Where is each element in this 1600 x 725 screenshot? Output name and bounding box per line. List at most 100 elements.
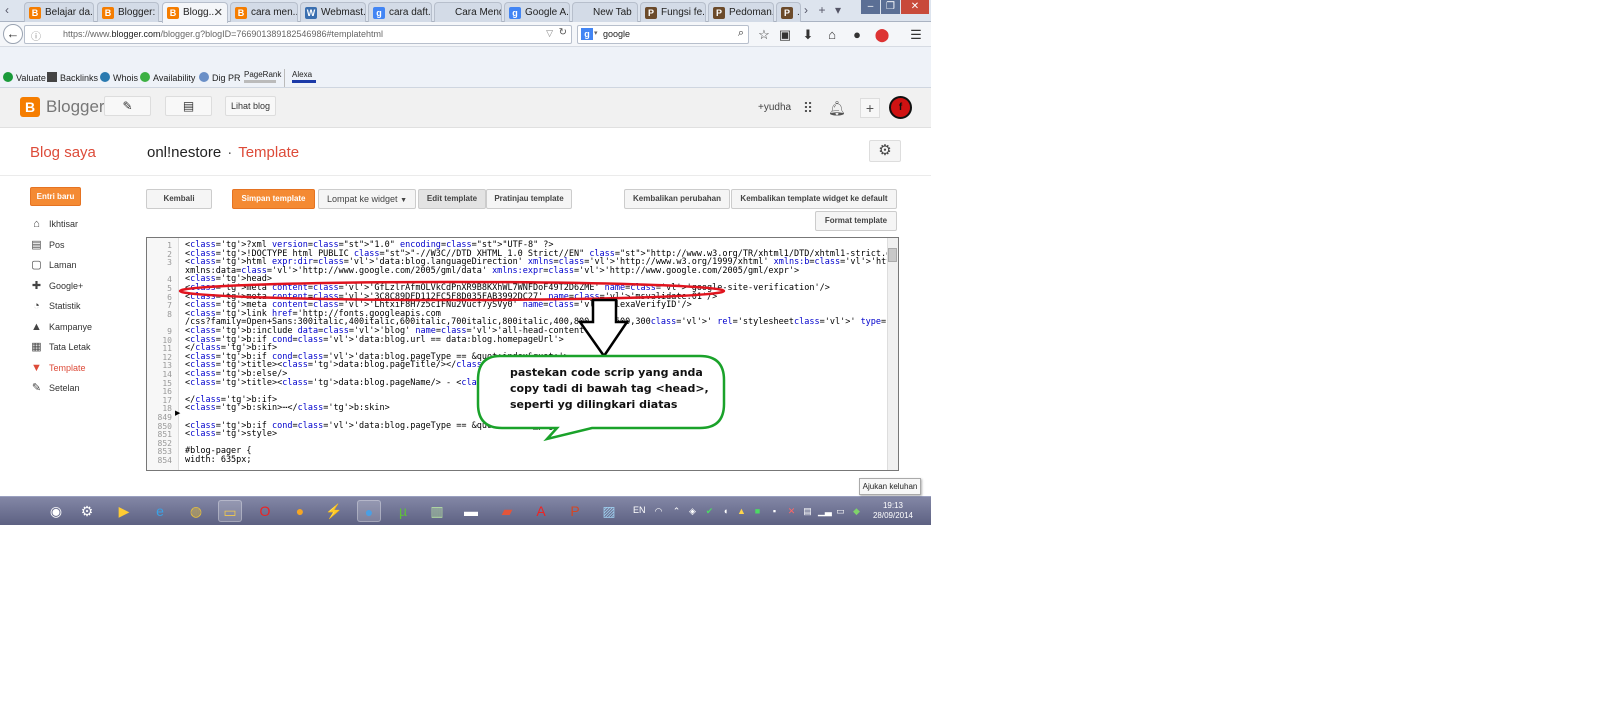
tab-11[interactable]: P Pedoman...	[708, 2, 774, 22]
view-blog-button[interactable]: Lihat blog	[225, 96, 276, 116]
code-line[interactable]: xmlns:data=class='vl'>'http://www.google…	[185, 266, 799, 276]
share-plus-icon[interactable]: +	[860, 98, 880, 118]
photo-viewer-icon[interactable]: ▨	[597, 500, 621, 522]
back-arrow-icon[interactable]: ←	[3, 24, 23, 44]
shield-icon[interactable]: ◈	[688, 506, 697, 516]
tabs-scroll-right-icon[interactable]: ›	[800, 3, 812, 19]
editor-scrollbar[interactable]	[887, 238, 898, 470]
close-window-icon[interactable]: ✕	[901, 0, 929, 14]
adblock-icon[interactable]: ⬤	[874, 27, 890, 43]
identity-icon[interactable]: ⓘ	[31, 28, 41, 43]
minimize-icon[interactable]: –	[861, 0, 880, 14]
tab-4[interactable]: Bcara men...	[230, 2, 298, 22]
globe-app-icon[interactable]: ●	[357, 500, 381, 522]
bookmark-alexa[interactable]: Alexa	[292, 70, 316, 83]
tab-8[interactable]: g Google A...	[504, 2, 570, 22]
new-post-pencil-button[interactable]: ✎	[104, 96, 151, 116]
code-line[interactable]: <class='tg'>b:skin>⋯</class='tg'>b:skin>	[185, 404, 390, 413]
tab-3[interactable]: B Blogg... ✕	[162, 2, 228, 23]
restore-icon[interactable]: ❐	[881, 0, 900, 14]
settings-gear-icon[interactable]: ⚙	[869, 140, 901, 162]
settings-app-icon[interactable]: ⚙	[75, 500, 99, 522]
search-input[interactable]: g ▾ google ⌕	[577, 25, 749, 44]
adobe-reader-icon[interactable]: A	[529, 500, 553, 522]
tab-7[interactable]: Cara Mendaft...	[434, 2, 502, 22]
tab-10[interactable]: P Fungsi fe...	[640, 2, 706, 22]
sidebar-item-laman[interactable]: ▢ Laman	[30, 258, 76, 272]
wifi-icon[interactable]: ◠	[654, 506, 663, 516]
network-tray-icon[interactable]: ▤	[803, 506, 812, 516]
flag-tray-icon[interactable]: ✕	[787, 506, 796, 516]
sidebar-item-google[interactable]: ✚ Google+	[30, 279, 83, 293]
back-button[interactable]: Kembali	[146, 189, 212, 209]
menu-icon[interactable]: ☰	[908, 27, 924, 43]
blogger-logo-icon[interactable]: B	[20, 97, 40, 117]
download-icon[interactable]: ⬇	[800, 27, 816, 43]
battery-icon[interactable]: ▭	[836, 506, 845, 516]
internet-explorer-icon[interactable]: e	[148, 500, 172, 522]
device-tray-icon[interactable]: ▪	[770, 506, 779, 516]
fold-marker-icon[interactable]: ▶	[175, 409, 180, 417]
update-tray-icon[interactable]: ◆	[852, 506, 861, 516]
bookmark-star-icon[interactable]: ☆	[756, 27, 772, 43]
tab-12[interactable]: P...	[776, 2, 801, 22]
bookmark-backlinks[interactable]: Backlinks	[47, 72, 98, 83]
jump-to-widget-dropdown[interactable]: Lompat ke widget ▼	[318, 189, 416, 209]
tab-9[interactable]: New Tab	[572, 2, 638, 22]
new-tab-icon[interactable]: +	[816, 3, 828, 19]
apps-grid-icon[interactable]: ⠿	[800, 100, 816, 116]
chat-icon[interactable]: ●	[849, 27, 865, 43]
reload-icon[interactable]: ↻	[559, 27, 567, 38]
sidebar-item-pos[interactable]: ▤ Pos	[30, 238, 64, 252]
powerpoint-icon[interactable]: P	[563, 500, 587, 522]
system-tool-icon[interactable]: ▥	[425, 500, 449, 522]
tabs-scroll-left-icon[interactable]: ‹	[1, 3, 13, 19]
google-search-engine-icon[interactable]: g	[581, 28, 593, 40]
sidebar-item-template[interactable]: ▼ Template	[30, 361, 85, 375]
save-template-button[interactable]: Simpan template	[232, 189, 315, 209]
close-tab-icon[interactable]: ✕	[214, 6, 223, 19]
code-line[interactable]: width: 635px;	[185, 456, 252, 465]
utorrent-icon[interactable]: µ	[391, 500, 415, 522]
tab-2[interactable]: B Blogger: ...	[97, 2, 159, 22]
language-indicator[interactable]: EN	[633, 505, 646, 515]
notifications-bell-icon[interactable]: 🔔︎	[828, 100, 846, 116]
opera-icon[interactable]: O	[253, 500, 277, 522]
format-template-button[interactable]: Format template	[815, 211, 897, 231]
sidebar-item-kampanye[interactable]: ▲ Kampanye	[30, 320, 92, 334]
code-line[interactable]: <class='tg'>style>	[185, 430, 277, 439]
tab-1[interactable]: B Belajar da...	[24, 2, 94, 22]
home-icon[interactable]: ⌂	[824, 27, 840, 43]
sidebar-item-tata-letak[interactable]: ▦ Tata Letak	[30, 340, 90, 354]
start-button-icon[interactable]: ◉	[44, 500, 68, 522]
tab-5[interactable]: W Webmast...	[300, 2, 366, 22]
revert-widget-templates-button[interactable]: Kembalikan template widget ke default	[731, 189, 897, 209]
engine-dropdown-icon[interactable]: ▾	[594, 29, 598, 37]
sidebar-item-setelan[interactable]: ✎ Setelan	[30, 381, 80, 395]
new-post-button[interactable]: Entri baru	[30, 187, 81, 206]
command-prompt-icon[interactable]: ▬	[459, 500, 483, 522]
tab-list-icon[interactable]: ▾	[832, 3, 844, 19]
dropdown-icon[interactable]: ▽	[546, 28, 553, 39]
search-icon[interactable]: ⌕	[738, 27, 744, 40]
bookmark-whois[interactable]: Whois	[100, 72, 138, 83]
scrollbar-thumb[interactable]	[888, 248, 897, 262]
preview-template-button[interactable]: Pratinjau template	[486, 189, 572, 209]
book-app-icon[interactable]: ▰	[495, 500, 519, 522]
posts-list-button[interactable]: ▤	[165, 96, 212, 116]
winamp-icon[interactable]: ⚡	[322, 500, 346, 522]
tray-up-icon[interactable]: ⌃	[672, 506, 681, 516]
blog-name[interactable]: onl!nestore	[147, 144, 221, 161]
template-code-editor[interactable]: 1 2 3 4 5 6 7 8 9 10 11 12 13 14 15 16 17 18 849 850 851 852 8…	[146, 237, 899, 471]
avatar[interactable]: f	[889, 96, 912, 119]
file-explorer-icon[interactable]: ▭	[218, 500, 242, 522]
system-clock[interactable]: 19:13 28/09/2014	[867, 501, 919, 521]
revert-changes-button[interactable]: Kembalikan perubahan	[624, 189, 730, 209]
firefox-icon[interactable]: ●	[288, 500, 312, 522]
my-blogs-link[interactable]: Blog saya	[30, 144, 96, 161]
bookmark-availability[interactable]: Availability	[140, 72, 195, 83]
bookmark-dig-pr[interactable]: Dig PR	[199, 72, 241, 83]
bookmark-pagerank[interactable]: PageRank	[244, 70, 281, 83]
tab-6[interactable]: g cara daft...	[368, 2, 432, 22]
media-player-icon[interactable]: ▶	[112, 500, 136, 522]
